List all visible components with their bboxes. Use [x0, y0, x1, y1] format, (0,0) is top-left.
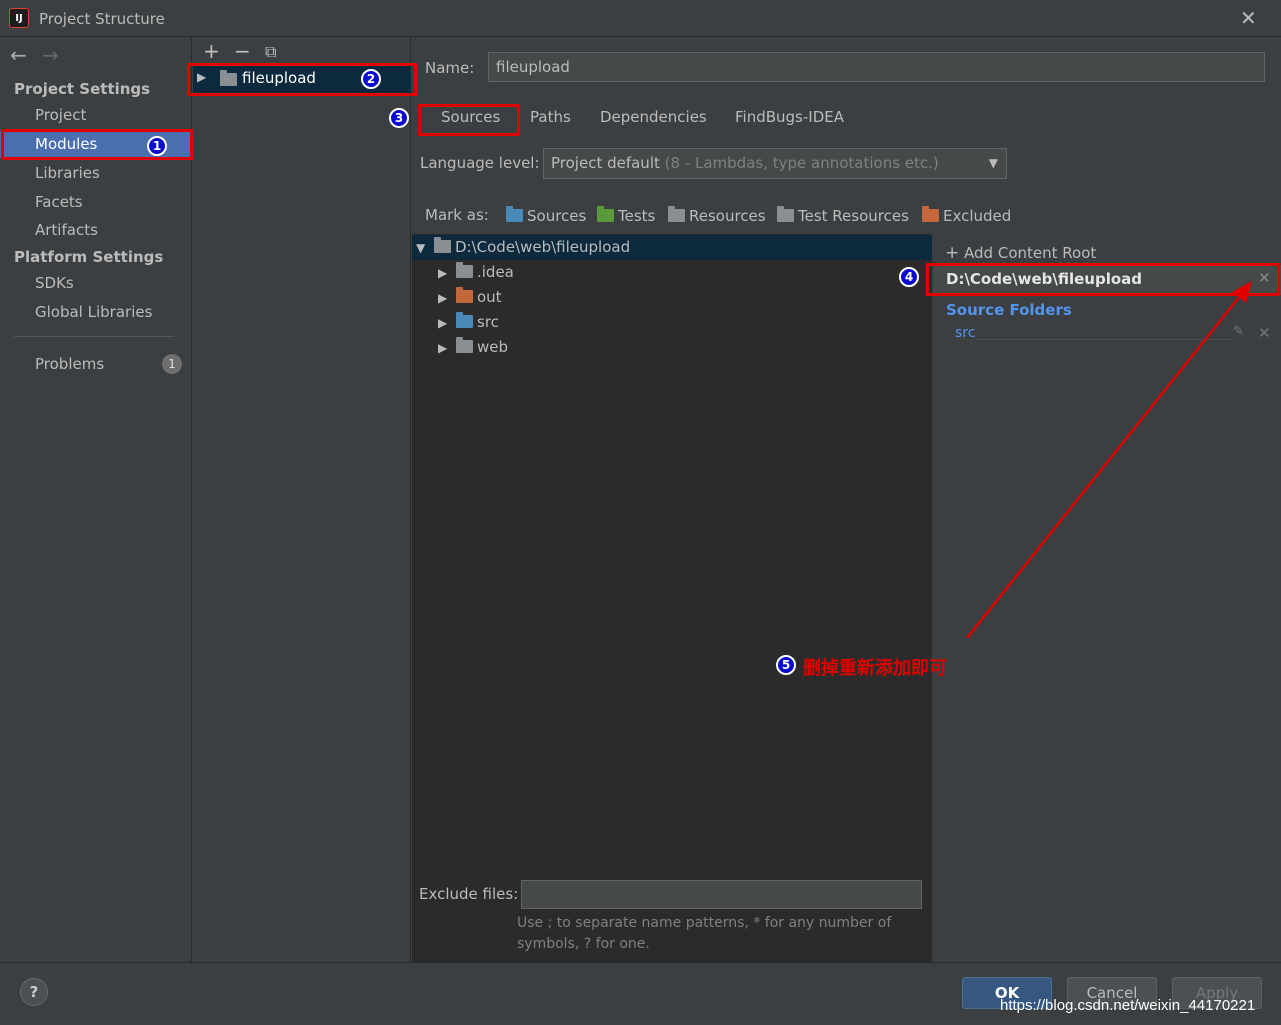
watermark-text: https://blog.csdn.net/weixin_44170221 — [1000, 997, 1256, 1014]
annotation-note: 删掉重新添加即可 — [803, 658, 947, 679]
annotation-marker-5: 5 — [776, 655, 796, 675]
annotation-arrow — [966, 281, 1252, 639]
help-button[interactable]: ? — [20, 978, 48, 1006]
